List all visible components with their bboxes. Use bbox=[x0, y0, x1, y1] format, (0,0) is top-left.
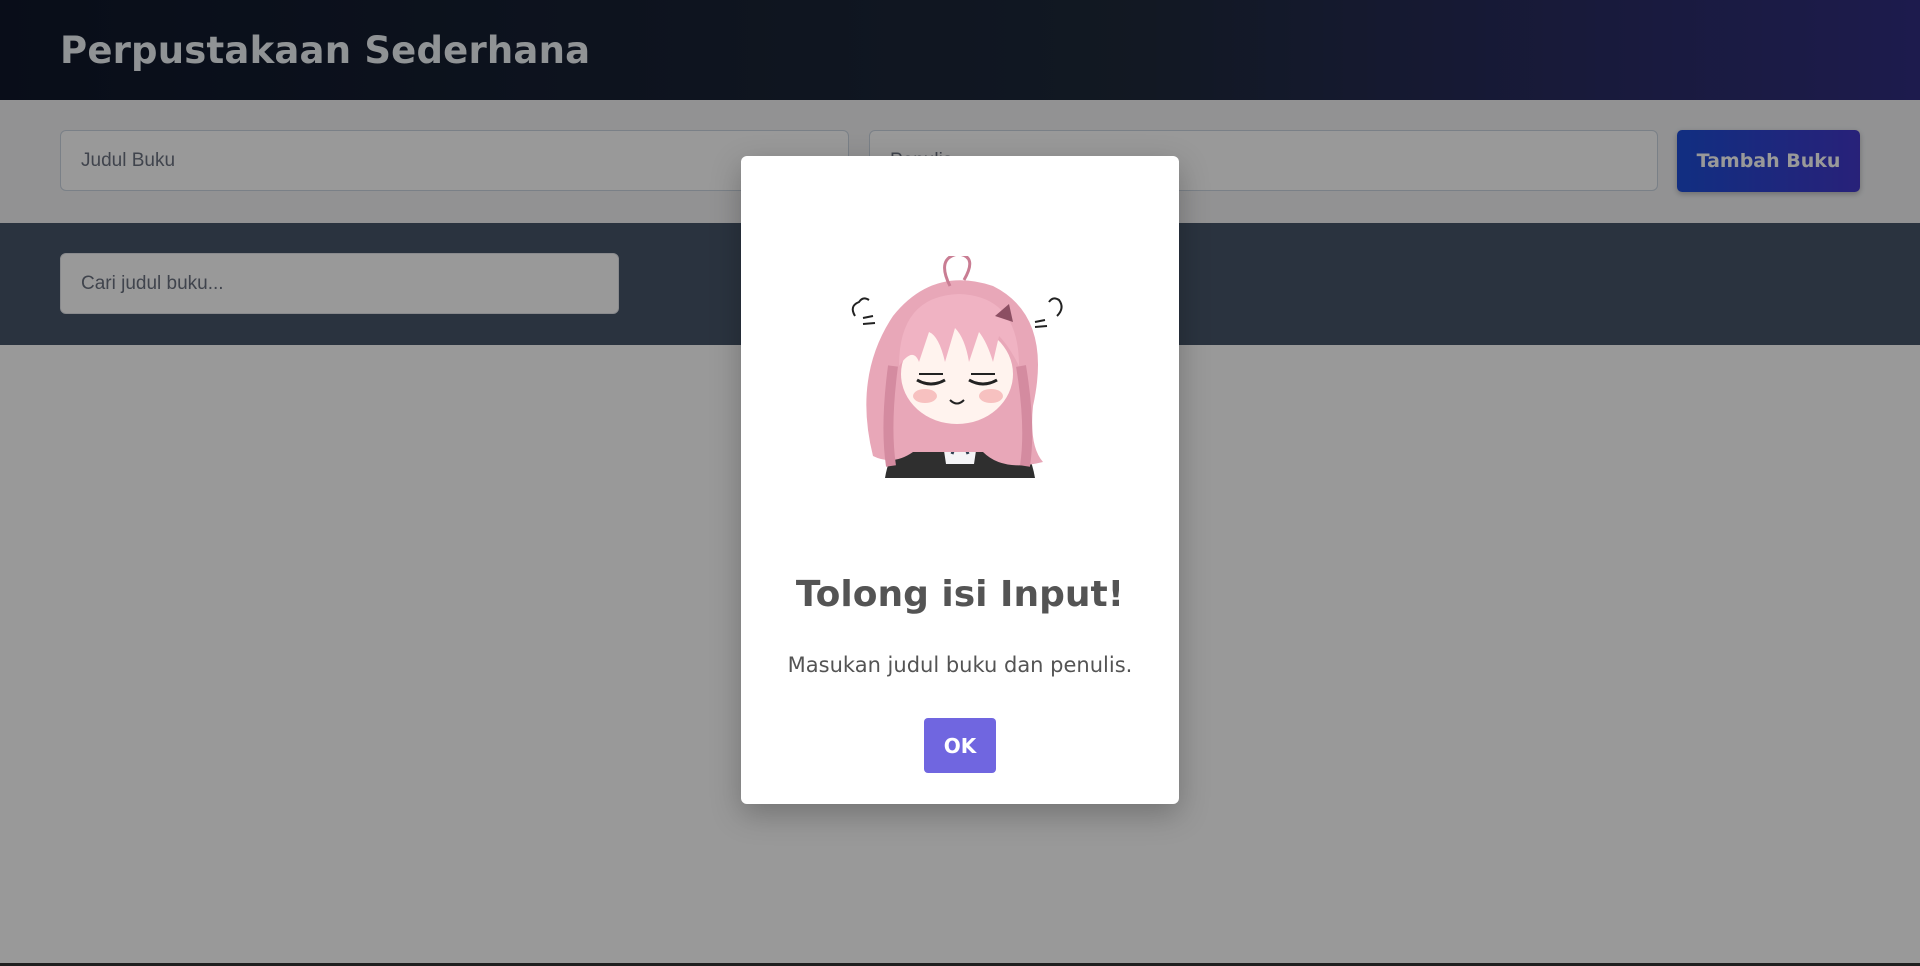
alert-message: Masukan judul buku dan penulis. bbox=[787, 653, 1133, 677]
alert-title: Tolong isi Input! bbox=[795, 574, 1125, 615]
ok-button[interactable]: OK bbox=[924, 718, 996, 773]
app-page: Perpustakaan Sederhana Tambah Buku bbox=[0, 0, 1920, 966]
alert-dialog: Tolong isi Input! Masukan judul buku dan… bbox=[741, 156, 1179, 804]
chibi-girl-icon bbox=[851, 256, 1063, 478]
